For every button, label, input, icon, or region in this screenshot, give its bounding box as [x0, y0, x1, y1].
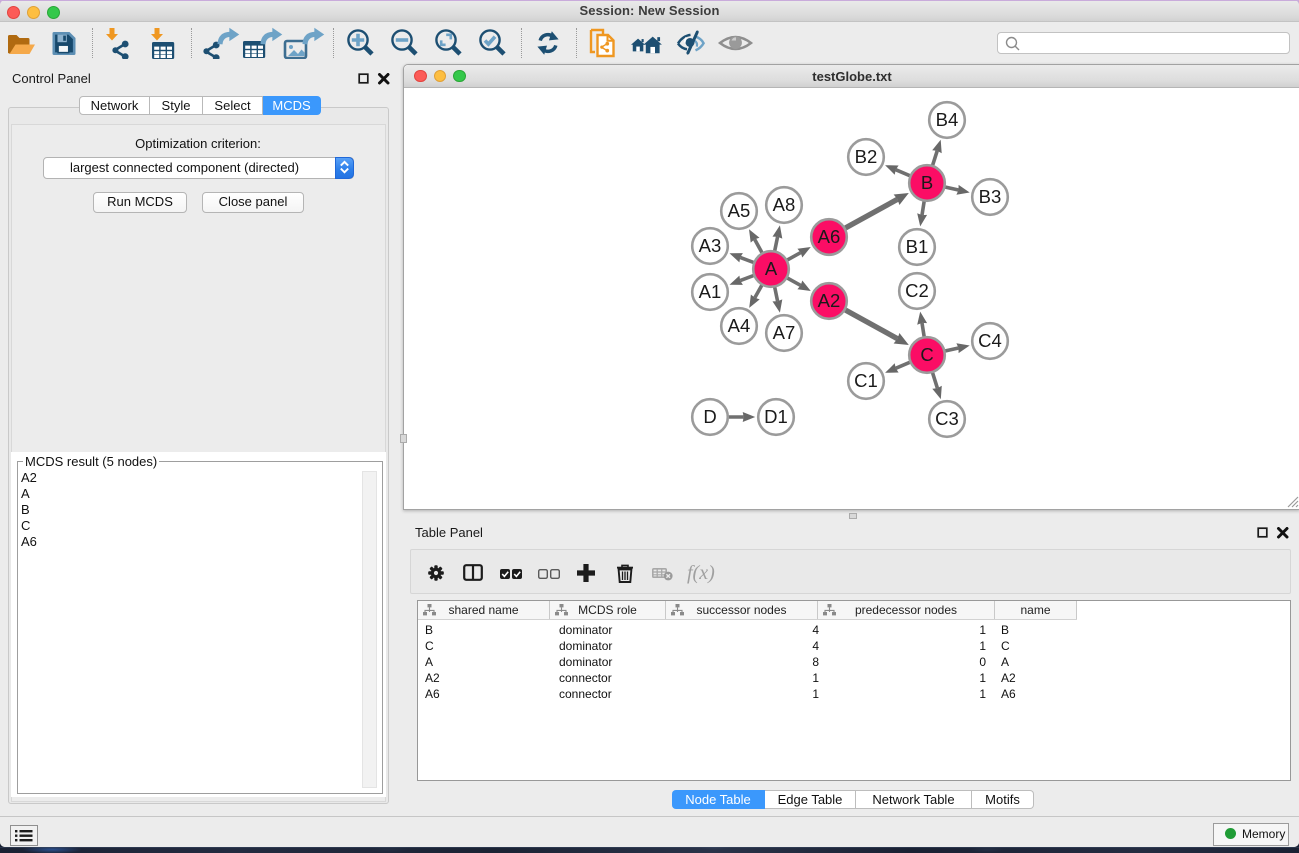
svg-text:C3: C3: [935, 408, 959, 429]
svg-text:B4: B4: [936, 109, 959, 130]
svg-text:A5: A5: [728, 200, 751, 221]
svg-text:B2: B2: [855, 146, 878, 167]
svg-text:A1: A1: [699, 281, 722, 302]
svg-text:B1: B1: [906, 236, 929, 257]
svg-text:C1: C1: [854, 370, 878, 391]
svg-text:D1: D1: [764, 406, 788, 427]
svg-text:A4: A4: [728, 315, 751, 336]
svg-text:A8: A8: [773, 194, 796, 215]
svg-text:B3: B3: [979, 186, 1002, 207]
svg-text:C4: C4: [978, 330, 1002, 351]
svg-text:A6: A6: [818, 226, 841, 247]
svg-text:D: D: [703, 406, 716, 427]
svg-text:C: C: [920, 344, 933, 365]
svg-text:A3: A3: [699, 235, 722, 256]
svg-text:A7: A7: [773, 322, 796, 343]
svg-text:A: A: [765, 258, 778, 279]
svg-text:B: B: [921, 172, 933, 193]
svg-text:C2: C2: [905, 280, 929, 301]
svg-text:A2: A2: [818, 290, 841, 311]
